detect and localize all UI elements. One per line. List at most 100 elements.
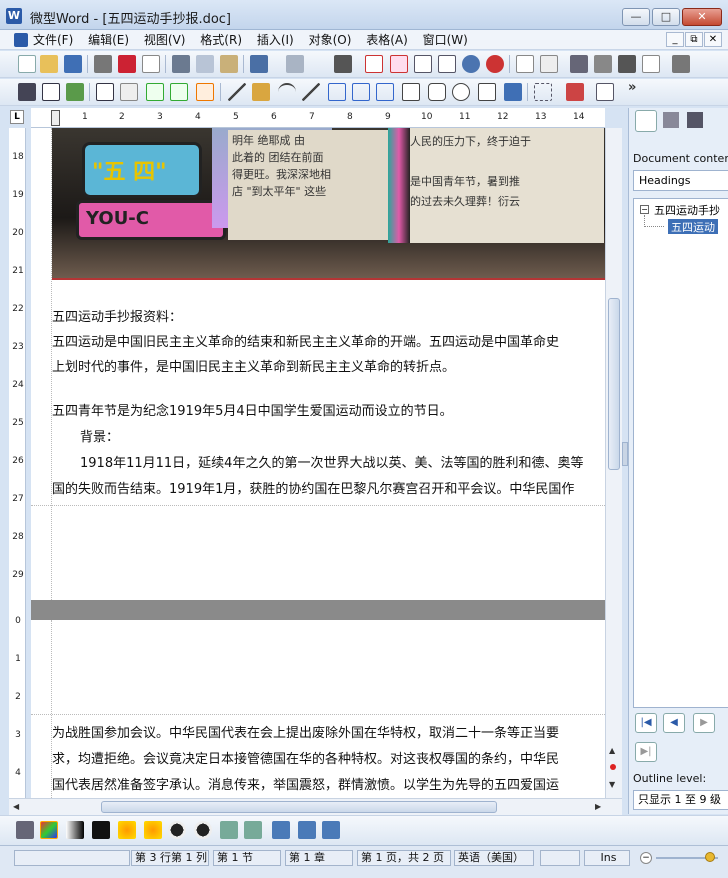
doc-paragraph[interactable]: 1918年11月11日，延续4年之久的第一次世界大战以英、美、法等国的胜利和德、… — [80, 452, 583, 471]
redo-icon[interactable] — [286, 55, 304, 73]
select-pointer-icon[interactable] — [18, 83, 36, 101]
undo-icon[interactable] — [250, 55, 268, 73]
p-frame-icon[interactable] — [146, 83, 164, 101]
two-pages-icon[interactable] — [438, 55, 456, 73]
previous-heading-icon[interactable]: ◀ — [663, 713, 685, 733]
menu-object[interactable]: 对象(O) — [309, 30, 352, 50]
navigator-icon[interactable] — [635, 110, 657, 132]
s-frame-icon[interactable] — [196, 83, 214, 101]
curved-connector-icon[interactable] — [376, 83, 394, 101]
vertical-ruler[interactable]: 18 19 20 21 22 23 24 25 26 27 28 29 0 1 … — [9, 128, 26, 798]
next-heading-icon[interactable]: ▶ — [693, 713, 715, 733]
styles-icon[interactable] — [663, 112, 679, 128]
black-white-icon[interactable] — [92, 821, 110, 839]
shapes-icon[interactable] — [478, 83, 496, 101]
horizontal-ruler[interactable]: 1 2 3 4 5 6 7 8 9 10 11 12 13 14 — [31, 108, 605, 128]
grayscale-icon[interactable] — [66, 821, 84, 839]
maximize-button[interactable]: □ — [652, 8, 680, 26]
content-type-select[interactable]: Headings — [633, 170, 728, 191]
arrow-icon[interactable] — [302, 83, 320, 101]
pdf-icon[interactable] — [118, 55, 136, 73]
page-1[interactable]: "五 四" YOU-C 明年 绝耶成 由 此着的 团结在前面 得更旺。我深深地相… — [31, 128, 605, 600]
mdi-restore-button[interactable]: ⧉ — [685, 32, 703, 47]
formula-frame-icon[interactable] — [120, 83, 138, 101]
cut-icon[interactable] — [172, 55, 190, 73]
text-frame-icon[interactable] — [42, 83, 60, 101]
menu-edit[interactable]: 编辑(E) — [88, 30, 129, 50]
outline-level-select[interactable]: 只显示 1 至 9 级 — [633, 790, 728, 810]
outline-tree[interactable]: − 五四运动手抄 五四运动 — [633, 198, 728, 708]
zoom-slider-thumb[interactable] — [705, 852, 715, 862]
scroll-right-icon[interactable]: ▶ — [595, 802, 601, 811]
wordart-icon[interactable] — [504, 83, 522, 101]
connector-icon[interactable] — [328, 83, 346, 101]
picture-tools-icon[interactable] — [16, 821, 34, 839]
menu-table[interactable]: 表格(A) — [366, 30, 408, 50]
copy-icon[interactable] — [196, 55, 214, 73]
mdi-close-button[interactable]: ✕ — [704, 32, 722, 47]
ruler-tab-selector[interactable]: L — [10, 110, 24, 124]
gamma-up-icon[interactable] — [220, 821, 238, 839]
ellipse-icon[interactable] — [452, 83, 470, 101]
group-icon[interactable] — [534, 83, 552, 101]
fonts-icon[interactable] — [687, 112, 703, 128]
frame-icon[interactable] — [618, 55, 636, 73]
document-area[interactable]: "五 四" YOU-C 明年 绝耶成 由 此着的 团结在前面 得更旺。我深深地相… — [31, 128, 605, 798]
menu-insert[interactable]: 插入(I) — [257, 30, 294, 50]
browse-object-icon[interactable] — [610, 764, 616, 770]
scroll-up-icon[interactable]: ▲ — [609, 746, 615, 755]
elbow-connector-icon[interactable] — [352, 83, 370, 101]
doc-paragraph[interactable]: 为战胜国参加会议。中华民国代表在会上提出废除外国在华特权，取消二十一条等正当要 — [52, 722, 559, 741]
save-icon[interactable] — [64, 55, 82, 73]
first-heading-icon[interactable]: |◀ — [635, 713, 657, 733]
menu-window[interactable]: 窗口(W) — [423, 30, 468, 50]
last-heading-icon[interactable]: ▶| — [635, 742, 657, 762]
contrast-up-icon[interactable] — [168, 821, 186, 839]
paste-icon[interactable] — [220, 55, 238, 73]
print-icon[interactable] — [94, 55, 112, 73]
tree-item-selected[interactable]: 五四运动 — [668, 219, 718, 234]
handwritten-poster-image[interactable]: "五 四" YOU-C 明年 绝耶成 由 此着的 团结在前面 得更旺。我深深地相… — [52, 128, 605, 280]
scroll-left-icon[interactable]: ◀ — [13, 802, 19, 811]
print-preview-icon[interactable] — [142, 55, 160, 73]
font-icon[interactable] — [516, 55, 534, 73]
horizontal-scrollbar[interactable]: ◀ ▶ — [9, 798, 622, 815]
page-width-icon[interactable] — [390, 55, 408, 73]
toolbar-overflow-icon[interactable]: » — [628, 80, 636, 95]
order-icon[interactable] — [566, 83, 584, 101]
line-icon[interactable] — [228, 83, 246, 101]
doc-paragraph[interactable]: 五四运动手抄报资料： — [52, 306, 182, 325]
collapse-icon[interactable]: − — [640, 205, 649, 214]
brightness-up-icon[interactable] — [118, 821, 136, 839]
q-frame-icon[interactable] — [170, 83, 188, 101]
close-button[interactable]: ✕ — [682, 8, 722, 26]
gamma-down-icon[interactable] — [244, 821, 262, 839]
menu-format[interactable]: 格式(R) — [200, 30, 242, 50]
paragraph-icon[interactable] — [540, 55, 558, 73]
rotate-left-icon[interactable] — [272, 821, 290, 839]
rounded-rectangle-icon[interactable] — [428, 83, 446, 101]
doc-paragraph[interactable]: 背景： — [80, 426, 119, 445]
find-icon[interactable] — [334, 55, 352, 73]
zoom-out-icon[interactable]: − — [640, 852, 652, 864]
doc-paragraph[interactable]: 国代表居然准备签字承认。消息传来，举国震怒，群情激愤。以学生为先导的五四爱国运 — [52, 774, 559, 793]
doc-paragraph[interactable]: 国的失败而告结束。1919年1月，获胜的协约国在巴黎凡尔赛宫召开和平会议。中华民… — [52, 478, 574, 497]
indent-marker[interactable] — [51, 110, 60, 126]
doc-paragraph[interactable]: 上划时代的事件，是中国旧民主主义革命到新民主主义革命的转折点。 — [52, 356, 455, 375]
rectangle-icon[interactable] — [402, 83, 420, 101]
vertical-scrollbar[interactable]: ▲ ▼ — [605, 128, 622, 798]
text-box-icon[interactable] — [642, 55, 660, 73]
ole-frame-icon[interactable] — [96, 83, 114, 101]
mdi-minimize-button[interactable]: _ — [666, 32, 684, 47]
scroll-thumb[interactable] — [101, 801, 497, 813]
doc-paragraph[interactable]: 五四青年节是为纪念1919年5月4日中国学生爱国运动而设立的节日。 — [52, 400, 453, 419]
doc-paragraph[interactable]: 求，均遭拒绝。会议竟决定日本接管德国在华的各种特权。对这丧权辱国的条约，中华民 — [52, 748, 559, 767]
scroll-down-icon[interactable]: ▼ — [609, 780, 615, 789]
scroll-thumb[interactable] — [608, 298, 620, 470]
status-insert-mode[interactable]: Ins — [584, 850, 630, 866]
whole-page-icon[interactable] — [414, 55, 432, 73]
brightness-down-icon[interactable] — [144, 821, 162, 839]
image-frame-icon[interactable] — [66, 83, 84, 101]
open-icon[interactable] — [40, 55, 58, 73]
page-2[interactable]: 为战胜国参加会议。中华民国代表在会上提出废除外国在华特权，取消二十一条等正当要 … — [31, 620, 605, 798]
